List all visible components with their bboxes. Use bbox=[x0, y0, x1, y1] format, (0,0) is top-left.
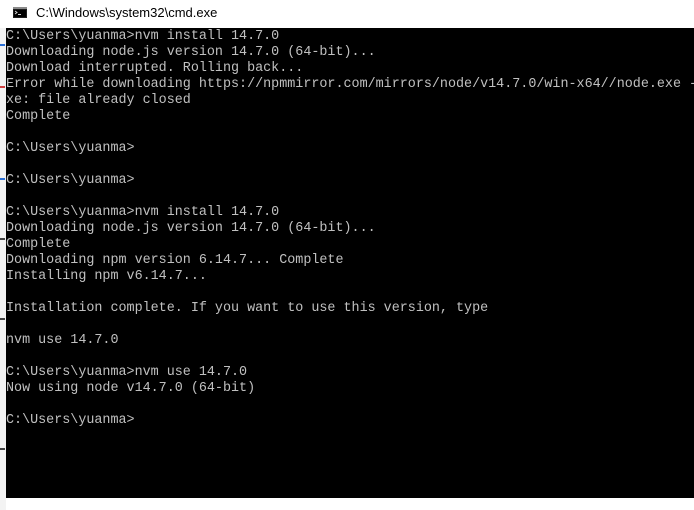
console-line: Complete bbox=[6, 237, 71, 252]
window-title: C:\Windows\system32\cmd.exe bbox=[36, 5, 218, 20]
console-line: Installation complete. If you want to us… bbox=[6, 301, 489, 316]
console-line: C:\Users\yuanma> bbox=[6, 141, 135, 156]
console-line: Downloading npm version 6.14.7... Comple… bbox=[6, 253, 344, 268]
console-line: Now using node v14.7.0 (64-bit) bbox=[6, 381, 256, 396]
console-line: Downloading node.js version 14.7.0 (64-b… bbox=[6, 221, 376, 236]
console-line: Downloading node.js version 14.7.0 (64-b… bbox=[6, 45, 376, 60]
console-line: C:\Users\yuanma>nvm install 14.7.0 bbox=[6, 205, 280, 220]
cmd-console-icon bbox=[13, 7, 27, 18]
cmd-window: C:\Windows\system32\cmd.exe C:\Users\yua… bbox=[0, 0, 694, 510]
title-bar[interactable]: C:\Windows\system32\cmd.exe bbox=[0, 0, 694, 28]
console-line: nvm use 14.7.0 bbox=[6, 333, 119, 348]
console-lines: C:\Users\yuanma>nvm install 14.7.0 Downlo… bbox=[6, 29, 694, 429]
console-line: xe: file already closed bbox=[6, 93, 191, 108]
console-line: C:\Users\yuanma> bbox=[6, 173, 135, 188]
console-line: Error while downloading https://npmmirro… bbox=[6, 77, 694, 92]
console-line: Installing npm v6.14.7... bbox=[6, 269, 207, 284]
window-bottom-edge bbox=[6, 498, 694, 510]
console-output-area[interactable]: C:\Users\yuanma>nvm install 14.7.0 Downlo… bbox=[6, 28, 694, 498]
console-line: C:\Users\yuanma>nvm use 14.7.0 bbox=[6, 365, 248, 380]
console-line: C:\Users\yuanma>nvm install 14.7.0 bbox=[6, 29, 280, 44]
console-line: Complete bbox=[6, 109, 71, 124]
console-line: C:\Users\yuanma> bbox=[6, 413, 135, 428]
console-line: Download interrupted. Rolling back... bbox=[6, 61, 304, 76]
